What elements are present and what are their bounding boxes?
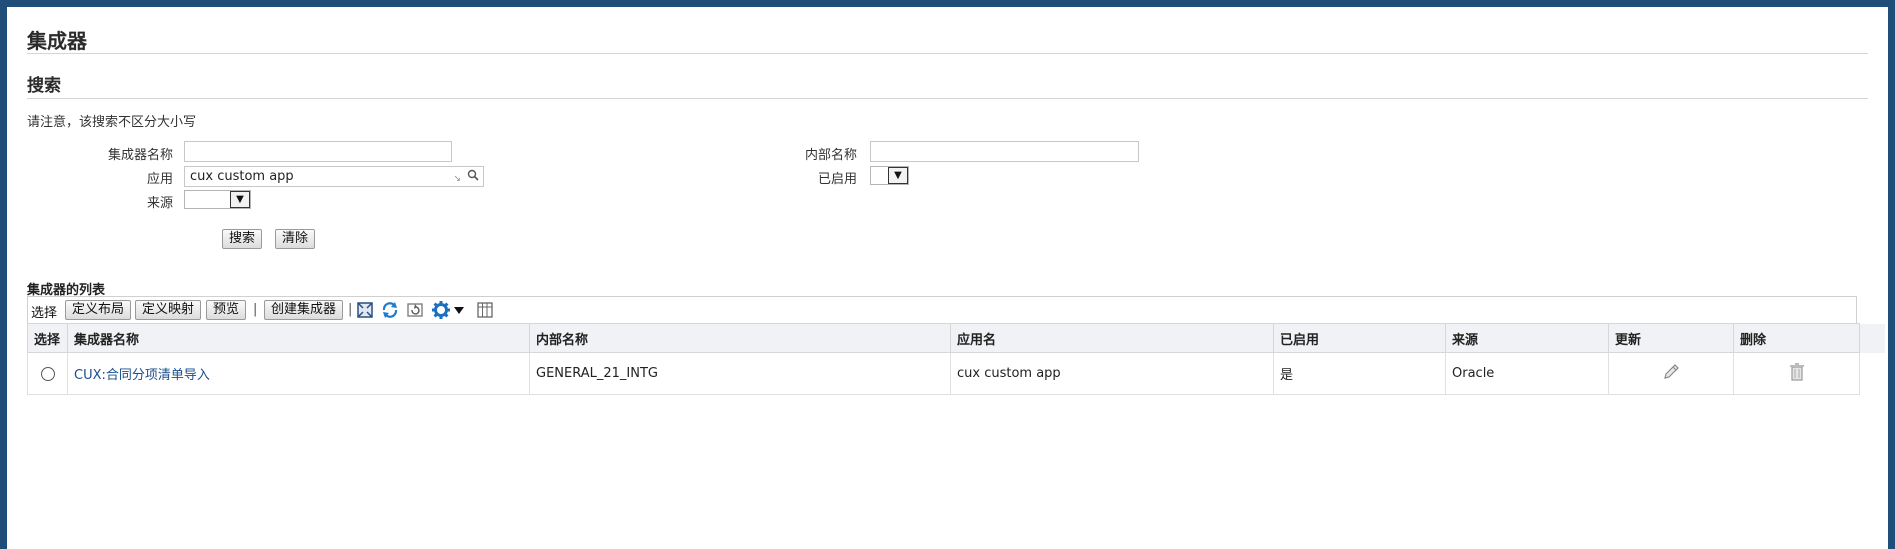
source-select[interactable]: ▼ [184, 190, 251, 209]
integrators-table: 选择 集成器名称 内部名称 应用名 已启用 来源 更新 删除 CUX:合同分项清… [27, 323, 1885, 395]
col-update: 更新 [1608, 323, 1734, 353]
integrator-name-cell: CUX:合同分项清单导入 [67, 352, 530, 395]
list-toolbar: 选择 定义布局 定义映射 预览 | 创建集成器 | [27, 296, 1857, 323]
integrator-name-label: 集成器名称 [107, 148, 173, 163]
table-row: CUX:合同分项清单导入 GENERAL_21_INTG cux custom … [27, 352, 1885, 395]
integrator-name-link[interactable]: CUX:合同分项清单导入 [74, 368, 210, 383]
columns-icon[interactable] [475, 300, 495, 320]
col-application[interactable]: 应用名 [950, 323, 1274, 353]
application-label: 应用 [146, 172, 173, 187]
application-cell: cux custom app [950, 352, 1274, 395]
delete-cell [1733, 352, 1860, 395]
source-cell: Oracle [1445, 352, 1609, 395]
clear-button[interactable]: 清除 [275, 229, 316, 249]
internal-name-cell: GENERAL_21_INTG [529, 352, 951, 395]
reset-icon[interactable] [405, 300, 425, 320]
enabled-cell: 是 [1273, 352, 1446, 395]
update-cell [1608, 352, 1734, 395]
enabled-label: 已启用 [817, 172, 857, 187]
source-label: 来源 [146, 196, 173, 211]
dropdown-icon[interactable] [452, 303, 472, 323]
internal-name-label: 内部名称 [804, 148, 857, 163]
col-filler [1859, 323, 1885, 353]
main-frame: 集成器 搜索 请注意，该搜索不区分大小写 集成器名称 应用 cux custom… [7, 7, 1888, 549]
col-delete: 删除 [1733, 323, 1860, 353]
detach-icon[interactable] [355, 300, 375, 320]
toolbar-separator: | [253, 302, 258, 317]
define-layout-button[interactable]: 定义布局 [65, 300, 132, 320]
define-mapping-button[interactable]: 定义映射 [135, 300, 202, 320]
search-icon[interactable] [467, 169, 481, 183]
table-header-row: 选择 集成器名称 内部名称 应用名 已启用 来源 更新 删除 [27, 323, 1885, 353]
case-note: 请注意，该搜索不区分大小写 [27, 115, 197, 130]
internal-name-input[interactable] [870, 141, 1139, 162]
toolbar-select-label: 选择 [31, 306, 58, 321]
enabled-select[interactable]: ▼ [870, 166, 909, 185]
chevron-down-icon: ▼ [888, 167, 908, 184]
trash-icon[interactable] [1788, 362, 1806, 386]
row-radio[interactable] [40, 366, 55, 381]
toolbar-separator-2: | [348, 302, 353, 317]
col-enabled[interactable]: 已启用 [1273, 323, 1446, 353]
search-divider [27, 98, 1868, 99]
page-title: 集成器 [27, 29, 87, 53]
search-section-title: 搜索 [27, 76, 61, 96]
col-internal-name[interactable]: 内部名称 [529, 323, 951, 353]
row-filler [1860, 353, 1885, 395]
preview-button[interactable]: 预览 [206, 300, 247, 320]
col-integrator-name[interactable]: 集成器名称 [67, 323, 530, 353]
col-source[interactable]: 来源 [1445, 323, 1609, 353]
resize-icon: ↘ [453, 174, 461, 184]
pencil-icon[interactable] [1661, 363, 1681, 386]
application-input[interactable]: cux custom app ↘ [184, 166, 484, 187]
settings-icon[interactable] [431, 300, 451, 320]
title-divider [27, 53, 1868, 54]
application-value: cux custom app [190, 169, 294, 184]
search-button[interactable]: 搜索 [222, 229, 263, 249]
integrator-name-input[interactable] [184, 141, 452, 162]
row-select-cell [27, 352, 68, 395]
col-select: 选择 [27, 323, 68, 353]
refresh-icon[interactable] [380, 300, 400, 320]
chevron-down-icon: ▼ [230, 191, 250, 208]
create-integrator-button[interactable]: 创建集成器 [264, 300, 344, 320]
